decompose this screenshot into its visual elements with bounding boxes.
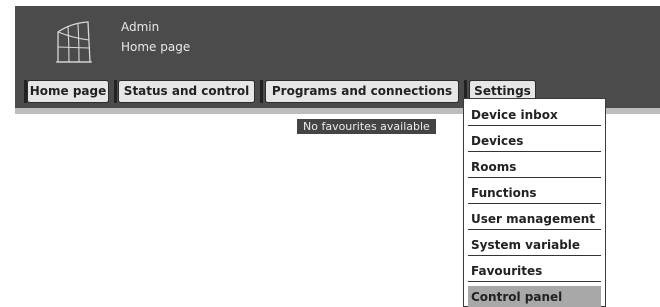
settings-dropdown-menu: Device inbox Devices Rooms Functions Use… <box>463 98 606 307</box>
menu-item-system-variable[interactable]: System variable <box>468 234 601 256</box>
menu-item-device-inbox[interactable]: Device inbox <box>468 104 601 126</box>
menu-item-rooms[interactable]: Rooms <box>468 156 601 178</box>
nav-separator <box>114 80 117 103</box>
app-frame: Admin Home page Home page Status and con… <box>0 0 660 307</box>
house-logo-icon <box>56 21 92 63</box>
menu-item-functions[interactable]: Functions <box>468 182 601 204</box>
nav-separator <box>260 80 263 103</box>
menu-item-favourites[interactable]: Favourites <box>468 260 601 282</box>
no-favourites-message: No favourites available <box>297 119 436 134</box>
menu-item-control-panel[interactable]: Control panel <box>468 286 601 307</box>
nav-home-page-button[interactable]: Home page <box>27 80 109 103</box>
current-page-name: Home page <box>121 40 191 54</box>
nav-programs-and-connections-button[interactable]: Programs and connections <box>265 80 459 103</box>
menu-item-user-management[interactable]: User management <box>468 208 601 230</box>
menu-item-devices[interactable]: Devices <box>468 130 601 152</box>
header-bar: Admin Home page Home page Status and con… <box>15 6 660 108</box>
nav-status-and-control-button[interactable]: Status and control <box>118 80 255 103</box>
user-name: Admin <box>121 20 160 34</box>
